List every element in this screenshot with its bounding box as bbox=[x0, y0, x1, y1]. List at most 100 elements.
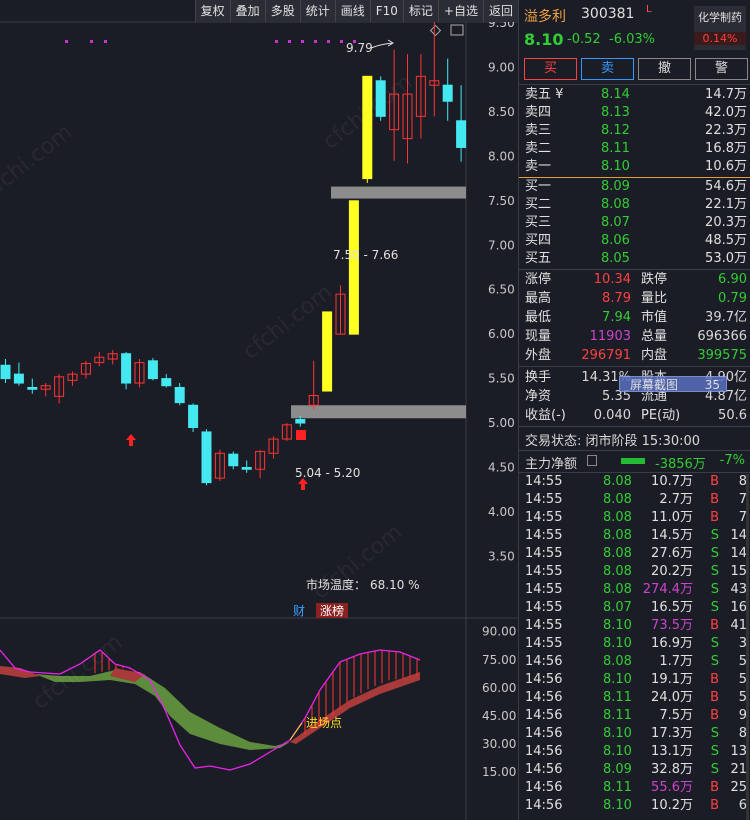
main-flow-row: 主力净额 -3856万 -7% bbox=[525, 453, 747, 472]
scrollbar[interactable] bbox=[746, 474, 749, 820]
tick-volume: 17.3万 bbox=[651, 726, 693, 741]
trade-status: 交易状态: 闭市阶段 15:30:00 bbox=[525, 434, 701, 449]
level-label: 买三 bbox=[525, 215, 552, 230]
tick-time: 14:56 bbox=[525, 744, 563, 759]
toolbar-button[interactable]: 标记 bbox=[402, 0, 438, 22]
bid-row[interactable]: 买三 8.07 20.3万 bbox=[519, 214, 750, 232]
divider bbox=[519, 366, 750, 367]
indicator-axis-label: 15.00 bbox=[482, 765, 516, 779]
price-axis-label: 3.50 bbox=[488, 549, 515, 563]
tick-price: 8.08 bbox=[603, 654, 632, 669]
tick-count: 13 bbox=[730, 744, 747, 759]
list-icon[interactable] bbox=[587, 455, 597, 466]
candle-body bbox=[147, 360, 158, 380]
bid-row[interactable]: 买二 8.08 22.1万 bbox=[519, 196, 750, 214]
alert-button[interactable]: 警 bbox=[695, 58, 748, 80]
buy-button[interactable]: 买 bbox=[524, 58, 577, 80]
ask-row[interactable]: 卖一 8.10 10.6万 bbox=[519, 158, 750, 176]
level-label: 买二 bbox=[525, 197, 552, 212]
toolbar-button[interactable]: 多股 bbox=[264, 0, 300, 22]
stat-value: 10.34 bbox=[593, 272, 631, 287]
tick-volume: 10.7万 bbox=[651, 474, 693, 489]
stat-row: 最高 8.79 量比 0.79 bbox=[519, 289, 750, 308]
industry-badge[interactable]: 化学制药 0.14% bbox=[694, 6, 746, 50]
tick-row: 14:55 8.10 16.9万 S 3 bbox=[519, 635, 750, 653]
tick-volume: 13.1万 bbox=[651, 744, 693, 759]
level-label: 卖四 bbox=[525, 105, 552, 120]
bid-row[interactable]: 买一 8.09 54.6万 bbox=[519, 178, 750, 196]
screenshot-tooltip[interactable]: 屏幕截图 35 bbox=[619, 376, 727, 392]
level-price: 8.05 bbox=[601, 251, 630, 266]
signal-dot bbox=[275, 40, 278, 43]
toolbar-button[interactable]: 画线 bbox=[334, 0, 370, 22]
tick-side: S bbox=[710, 600, 719, 615]
ask-row[interactable]: 卖四 8.13 42.0万 bbox=[519, 104, 750, 122]
tick-side: B bbox=[710, 780, 719, 795]
stat-row: 涨停 10.34 跌停 6.90 bbox=[519, 270, 750, 289]
tick-price: 8.10 bbox=[603, 798, 632, 813]
tick-side: S bbox=[710, 582, 719, 597]
stat-label: 最低 bbox=[525, 310, 552, 325]
tick-volume: 16.9万 bbox=[651, 636, 693, 651]
tick-volume: 2.7万 bbox=[659, 492, 693, 507]
price-axis-label: 9.00 bbox=[488, 60, 515, 74]
stat-row: 收益(-) 0.040 PE(动) 50.6 bbox=[519, 406, 750, 425]
signal-dot bbox=[104, 40, 107, 43]
stat-label: 内盘 bbox=[641, 348, 668, 363]
tick-price: 8.11 bbox=[603, 780, 632, 795]
indicator-axis-label: 90.00 bbox=[482, 625, 516, 639]
stat-value: 0.040 bbox=[593, 408, 631, 423]
kline-chart[interactable]: 9.509.008.508.007.507.006.506.005.505.00… bbox=[0, 0, 647, 820]
quote-header: 溢多利 300381 L 化学制药 0.14% 8.10 -0.52 -6.03… bbox=[519, 0, 750, 56]
ask-row[interactable]: 卖五 ¥ 8.14 14.7万 bbox=[519, 86, 750, 104]
level-volume: 22.1万 bbox=[705, 197, 747, 212]
ask-row[interactable]: 卖三 8.12 22.3万 bbox=[519, 122, 750, 140]
quote-panel: 溢多利 300381 L 化学制药 0.14% 8.10 -0.52 -6.03… bbox=[518, 0, 750, 820]
sell-button[interactable]: 卖 bbox=[581, 58, 634, 80]
tick-time: 14:55 bbox=[525, 546, 563, 561]
indicator-axis-label: 60.00 bbox=[482, 681, 516, 695]
tick-time: 14:55 bbox=[525, 618, 563, 633]
stat-value: 50.6 bbox=[718, 408, 747, 423]
tick-side: S bbox=[710, 654, 719, 669]
candle-body bbox=[442, 84, 453, 102]
signal-dot bbox=[301, 40, 304, 43]
level-volume: 53.0万 bbox=[705, 251, 747, 266]
ask-row[interactable]: 卖二 8.11 16.8万 bbox=[519, 140, 750, 158]
level-volume: 16.8万 bbox=[705, 141, 747, 156]
tick-time: 14:56 bbox=[525, 726, 563, 741]
level-price: 8.10 bbox=[601, 159, 630, 174]
tick-time: 14:55 bbox=[525, 492, 563, 507]
tick-price: 8.10 bbox=[603, 744, 632, 759]
trade-buttons: 买 卖 撤 警 bbox=[524, 58, 748, 80]
tick-row: 14:56 8.11 24.0万 B 5 bbox=[519, 689, 750, 707]
tick-time: 14:56 bbox=[525, 798, 563, 813]
bid-row[interactable]: 买五 8.05 53.0万 bbox=[519, 250, 750, 268]
tick-price: 8.08 bbox=[603, 546, 632, 561]
tick-count: 16 bbox=[730, 600, 747, 615]
toolbar-button[interactable]: +自选 bbox=[437, 0, 483, 22]
kline-chart-area[interactable]: 9.50 9.00 8.50 8.00 7.50 7.00 6.50 6.00 5.50 5.00… bbox=[0, 0, 647, 820]
level-price: 8.06 bbox=[601, 233, 630, 248]
tick-side: S bbox=[710, 546, 719, 561]
toolbar-button[interactable]: 复权 bbox=[194, 0, 230, 22]
toolbar-button[interactable]: 统计 bbox=[299, 0, 335, 22]
level-label: 买一 bbox=[525, 179, 552, 194]
tick-price: 8.10 bbox=[603, 726, 632, 741]
tick-time: 14:55 bbox=[525, 636, 563, 651]
tick-volume: 274.4万 bbox=[642, 582, 693, 597]
cancel-order-button[interactable]: 撤 bbox=[638, 58, 691, 80]
tick-row: 14:55 8.10 73.5万 B 41 bbox=[519, 617, 750, 635]
signal-dot bbox=[90, 40, 93, 43]
toolbar-button[interactable]: F10 bbox=[369, 0, 403, 22]
tick-side: S bbox=[710, 636, 719, 651]
toolbar-button[interactable]: 返回 bbox=[482, 0, 518, 22]
bid-row[interactable]: 买四 8.06 48.5万 bbox=[519, 232, 750, 250]
tick-side: S bbox=[710, 744, 719, 759]
tick-list[interactable]: 14:55 8.08 10.7万 B 8 14:55 8.08 2.7万 B 71… bbox=[519, 473, 750, 815]
signal-dot bbox=[327, 40, 330, 43]
stat-value: 296791 bbox=[581, 348, 631, 363]
tick-volume: 16.5万 bbox=[651, 600, 693, 615]
toolbar-button[interactable]: 叠加 bbox=[229, 0, 265, 22]
signal-dot bbox=[340, 40, 343, 43]
